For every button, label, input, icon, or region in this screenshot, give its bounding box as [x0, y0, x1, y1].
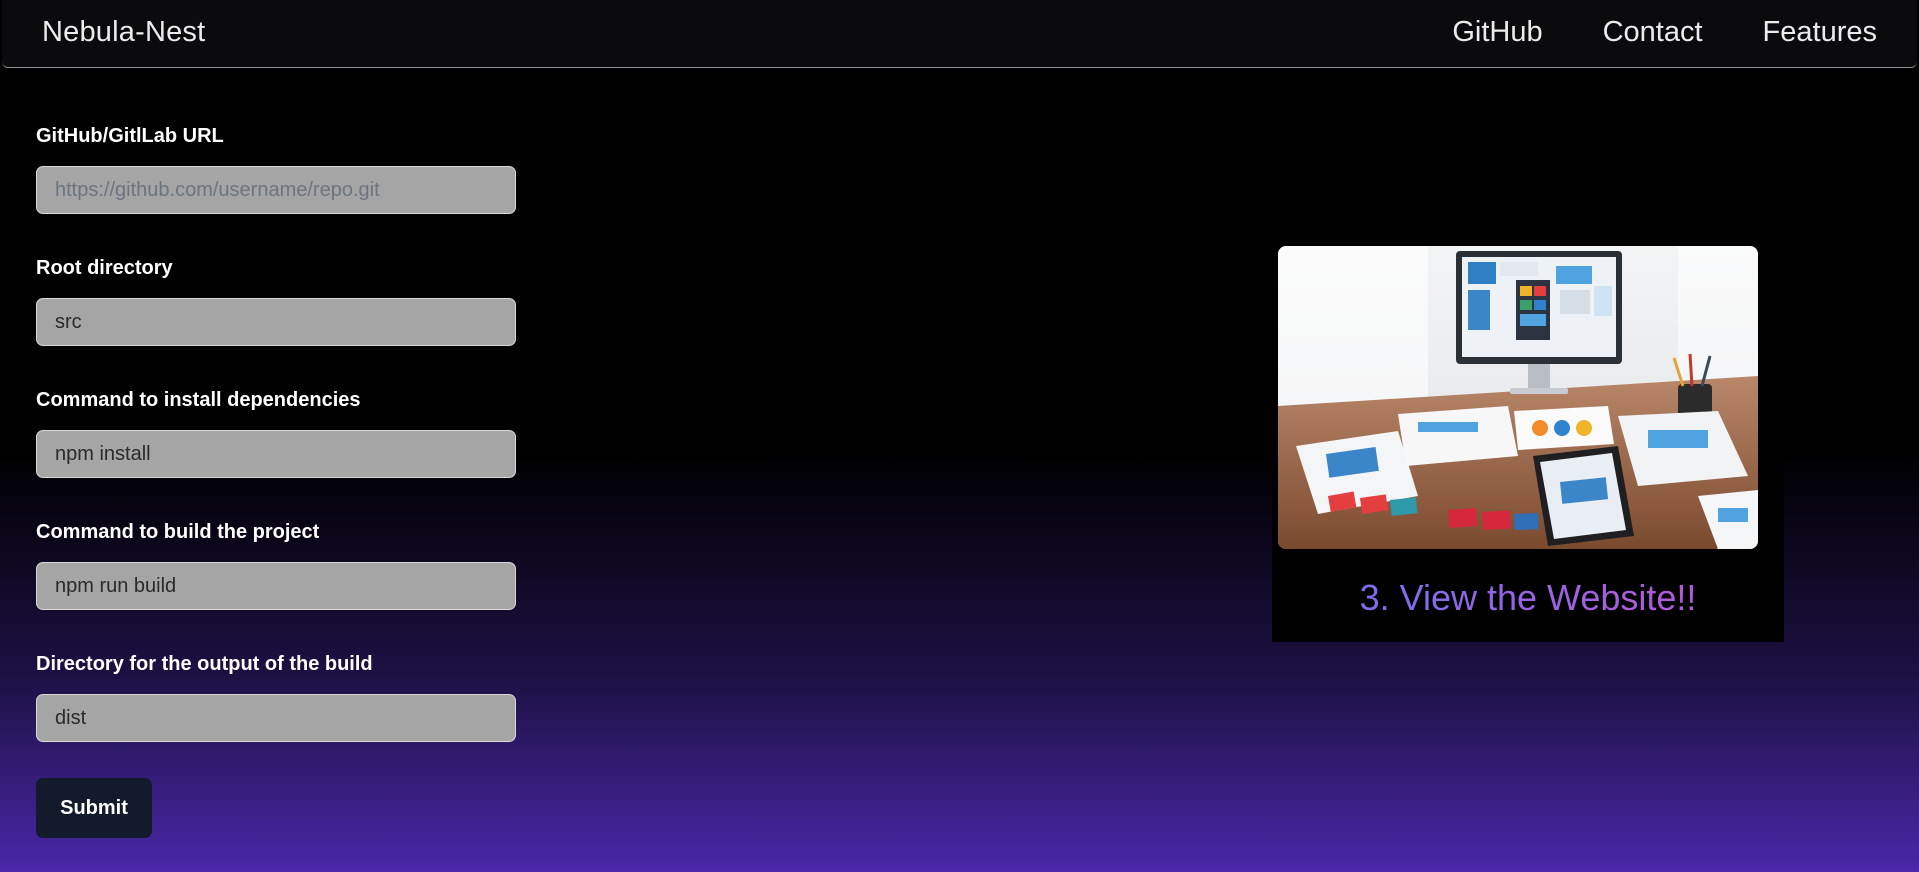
root-directory-label: Root directory — [36, 257, 173, 279]
output-directory-input[interactable] — [36, 694, 516, 742]
repo-url-input[interactable] — [36, 166, 516, 214]
feature-caption: 3. View the Website!! — [1272, 577, 1784, 619]
output-directory-field: Directory for the output of the build — [36, 652, 516, 784]
nav-link-contact[interactable]: Contact — [1603, 16, 1703, 49]
install-command-field: Command to install dependencies — [36, 388, 516, 520]
brand-logo[interactable]: Nebula-Nest — [42, 16, 205, 49]
build-command-field: Command to build the project — [36, 520, 516, 652]
build-command-input[interactable] — [36, 562, 516, 610]
output-directory-label: Directory for the output of the build — [36, 653, 373, 675]
install-command-input[interactable] — [36, 430, 516, 478]
deploy-form: GitHub/GitlLab URL Root directory Comman… — [36, 124, 516, 784]
submit-button[interactable]: Submit — [36, 778, 152, 838]
root-directory-input[interactable] — [36, 298, 516, 346]
website-preview-image — [1278, 246, 1758, 549]
nav-link-features[interactable]: Features — [1763, 16, 1877, 49]
repo-url-label: GitHub/GitlLab URL — [36, 125, 224, 147]
install-command-label: Command to install dependencies — [36, 389, 361, 411]
nav-links: GitHub Contact Features — [1452, 16, 1877, 49]
feature-card: 3. View the Website!! — [1272, 244, 1784, 642]
feature-caption-text: 3. View the Website!! — [1359, 577, 1697, 618]
root-directory-field: Root directory — [36, 256, 516, 388]
build-command-label: Command to build the project — [36, 521, 320, 543]
navbar: Nebula-Nest GitHub Contact Features — [2, 0, 1917, 68]
repo-url-field: GitHub/GitlLab URL — [36, 124, 516, 256]
nav-link-github[interactable]: GitHub — [1452, 16, 1542, 49]
